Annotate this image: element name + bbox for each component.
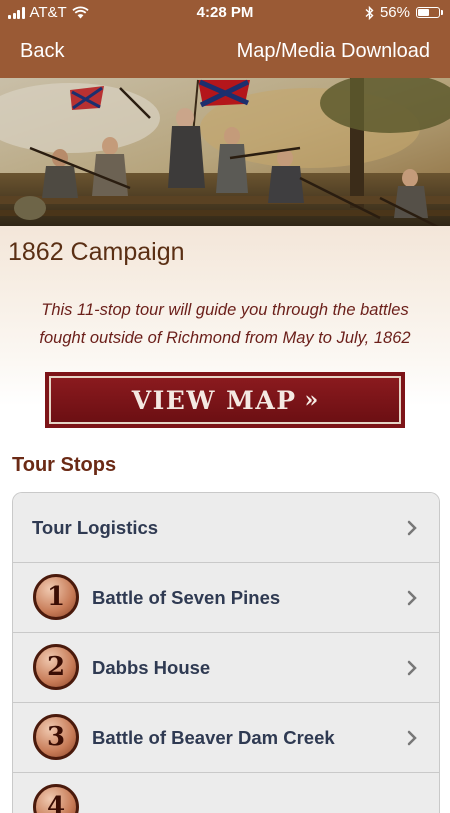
- stop-number: 3: [46, 722, 66, 752]
- list-item-label: Dabbs House: [92, 657, 211, 678]
- view-map-button[interactable]: VIEW MAP »: [45, 372, 405, 428]
- battery-percent: 56%: [379, 4, 410, 21]
- battery-icon: [416, 7, 443, 18]
- numbered-medallion-icon: 2: [33, 644, 79, 690]
- view-map-label: VIEW MAP: [131, 385, 297, 415]
- tour-stops-heading: Tour Stops: [12, 454, 117, 476]
- back-button[interactable]: Back: [20, 40, 64, 63]
- tour-stops-list: Tour Logistics 1 Battle of Seven Pines 2…: [12, 492, 440, 813]
- list-item[interactable]: 3 Battle of Beaver Dam Creek: [13, 703, 439, 773]
- numbered-medallion-icon: 3: [33, 714, 79, 760]
- top-bar: AT&T 4:28 PM 56% Back Map/Media Download: [0, 0, 450, 78]
- numbered-medallion-icon: 1: [33, 574, 79, 620]
- tour-intro-text: This 11-stop tour will guide you through…: [39, 301, 411, 347]
- view-map-button-frame: VIEW MAP »: [49, 376, 401, 424]
- list-item-label: Tour Logistics: [32, 517, 159, 538]
- chevron-right-icon: [407, 590, 417, 606]
- page-title: 1862 Campaign: [8, 238, 185, 266]
- list-item[interactable]: 4: [13, 773, 439, 813]
- list-item-label: Battle of Beaver Dam Creek: [92, 727, 335, 748]
- status-bar: AT&T 4:28 PM 56%: [0, 0, 450, 26]
- bluetooth-icon: [365, 5, 374, 20]
- stop-number: 4: [46, 792, 66, 813]
- chevron-right-icon: [407, 520, 417, 536]
- stop-number: 2: [46, 652, 66, 682]
- navigation-bar: Back Map/Media Download: [0, 26, 450, 78]
- map-media-download-button[interactable]: Map/Media Download: [237, 40, 430, 63]
- battle-painting-image: [0, 78, 450, 226]
- campaign-banner-painting: [0, 78, 450, 226]
- double-chevron-icon: »: [304, 387, 319, 413]
- chevron-right-icon: [407, 730, 417, 746]
- numbered-medallion-icon: 4: [33, 784, 79, 813]
- stop-number: 1: [46, 582, 66, 612]
- list-item[interactable]: 1 Battle of Seven Pines: [13, 563, 439, 633]
- list-item-label: Battle of Seven Pines: [92, 587, 281, 608]
- page-content: 1862 Campaign This 11-stop tour will gui…: [0, 226, 450, 813]
- list-item[interactable]: Tour Logistics: [13, 493, 439, 563]
- status-right: 56%: [365, 4, 443, 21]
- chevron-right-icon: [407, 660, 417, 676]
- list-item[interactable]: 2 Dabbs House: [13, 633, 439, 703]
